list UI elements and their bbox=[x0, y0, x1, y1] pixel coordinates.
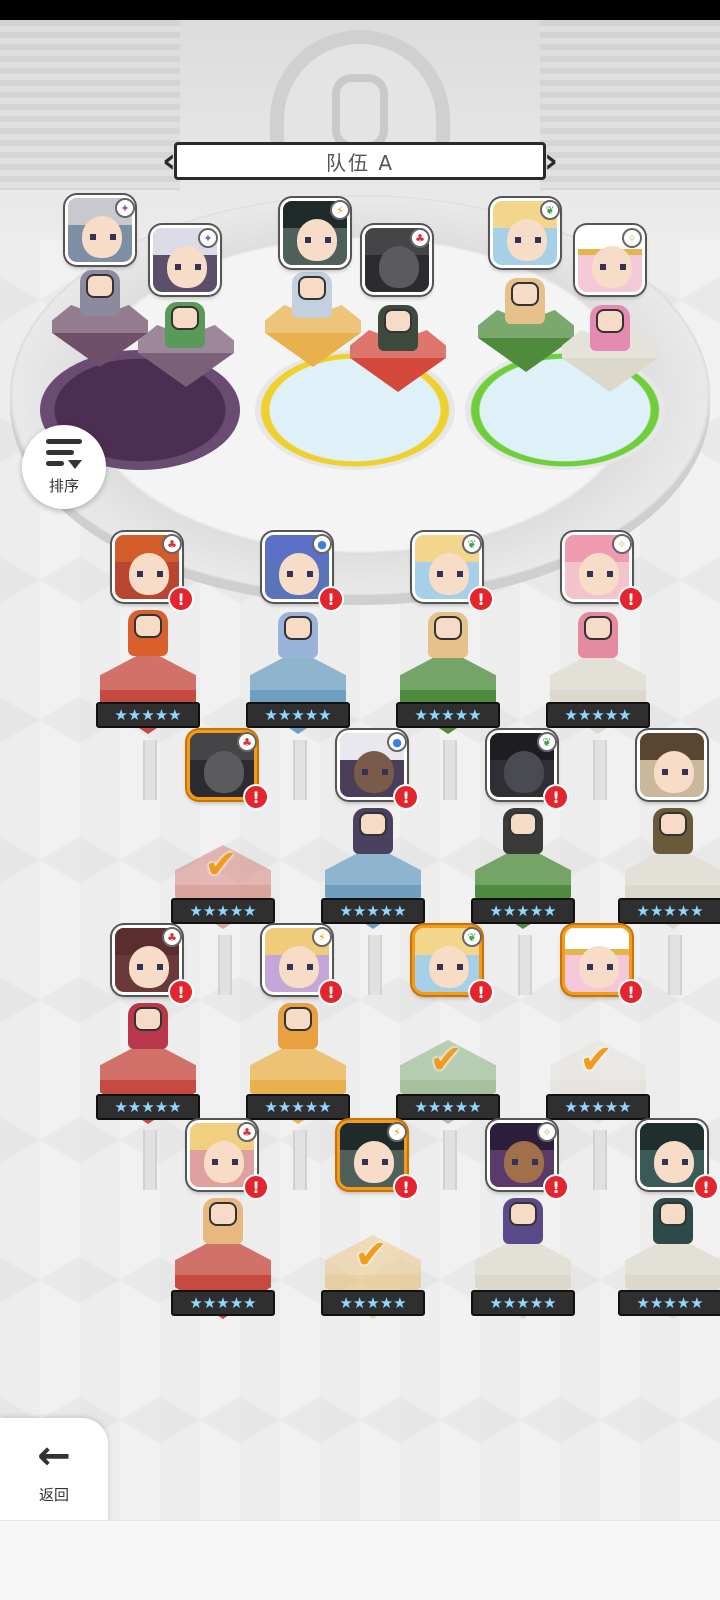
alert-badge-icon: ! bbox=[618, 586, 644, 612]
alert-badge-icon: ! bbox=[393, 784, 419, 810]
element-nature-icon: ❦ bbox=[540, 200, 560, 220]
star-rating: ★★★★★ bbox=[321, 898, 425, 924]
element-light-icon: ⚡ bbox=[312, 927, 332, 947]
hero-sprite bbox=[278, 1003, 318, 1049]
back-button[interactable]: ← 返回 bbox=[0, 1418, 108, 1520]
element-holy-icon: ✧ bbox=[622, 228, 642, 248]
star-rating: ★★★★★ bbox=[396, 702, 500, 728]
hero-sprite bbox=[203, 1198, 243, 1244]
hero-sprite bbox=[80, 270, 120, 316]
element-water-icon: ● bbox=[387, 732, 407, 752]
star-rating: ★★★★★ bbox=[246, 1094, 350, 1120]
sort-icon bbox=[46, 438, 82, 469]
hero-sprite bbox=[503, 1198, 543, 1244]
alert-badge-icon: ! bbox=[543, 1174, 569, 1200]
star-rating: ★★★★★ bbox=[171, 898, 275, 924]
arena-wall-right bbox=[540, 20, 720, 190]
element-light-icon: ⚡ bbox=[387, 1122, 407, 1142]
hero-sprite bbox=[165, 302, 205, 348]
star-rating: ★★★★★ bbox=[471, 898, 575, 924]
element-fire-icon: ♣ bbox=[410, 228, 430, 248]
element-fire-icon: ♣ bbox=[237, 1122, 257, 1142]
back-label: 返回 bbox=[38, 1485, 69, 1504]
star-rating: ★★★★★ bbox=[471, 1290, 575, 1316]
system-nav-bar bbox=[0, 1520, 720, 1600]
hero-sprite bbox=[653, 808, 693, 854]
element-fire-icon: ♣ bbox=[237, 732, 257, 752]
star-rating: ★★★★★ bbox=[618, 1290, 720, 1316]
element-fire-icon: ♣ bbox=[162, 534, 182, 554]
star-rating: ★★★★★ bbox=[546, 702, 650, 728]
alert-badge-icon: ! bbox=[543, 784, 569, 810]
alert-badge-icon: ! bbox=[618, 979, 644, 1005]
element-holy-icon: ✧ bbox=[537, 1122, 557, 1142]
hero-sprite bbox=[503, 808, 543, 854]
alert-badge-icon: ! bbox=[393, 1174, 419, 1200]
hero-sprite bbox=[378, 305, 418, 351]
star-rating: ★★★★★ bbox=[396, 1094, 500, 1120]
alert-badge-icon: ! bbox=[168, 979, 194, 1005]
team-title: 队伍 A bbox=[174, 142, 546, 180]
team-selector: ‹ 队伍 A › bbox=[160, 138, 560, 184]
sort-label: 排序 bbox=[48, 476, 79, 495]
hero-sprite bbox=[353, 808, 393, 854]
element-holy-icon: ✧ bbox=[612, 534, 632, 554]
hero-sprite bbox=[578, 612, 618, 658]
element-dark-icon: ✦ bbox=[198, 228, 218, 248]
element-nature-icon: ❦ bbox=[462, 534, 482, 554]
star-rating: ★★★★★ bbox=[246, 702, 350, 728]
hero-sprite bbox=[505, 278, 545, 324]
sort-button[interactable]: 排序 bbox=[22, 425, 106, 509]
game-stage: ‹ 队伍 A › ✦ ✦ ⚡ ♣ ❦ ✧ 排序 ★★★★★ ♣ ! ★★★★★ … bbox=[0, 20, 720, 1520]
alert-badge-icon: ! bbox=[318, 979, 344, 1005]
checkmark-icon: ✔ bbox=[354, 1232, 388, 1278]
checkmark-icon: ✔ bbox=[204, 842, 238, 888]
checkmark-icon: ✔ bbox=[579, 1037, 613, 1083]
hero-sprite bbox=[590, 305, 630, 351]
hero-sprite bbox=[128, 610, 168, 656]
star-rating: ★★★★★ bbox=[96, 1094, 200, 1120]
element-dark-icon: ✦ bbox=[115, 198, 135, 218]
hero-sprite bbox=[128, 1003, 168, 1049]
alert-badge-icon: ! bbox=[468, 979, 494, 1005]
hero-sprite bbox=[428, 612, 468, 658]
alert-badge-icon: ! bbox=[693, 1174, 719, 1200]
hero-sprite bbox=[278, 612, 318, 658]
star-rating: ★★★★★ bbox=[321, 1290, 425, 1316]
alert-badge-icon: ! bbox=[243, 1174, 269, 1200]
element-light-icon: ⚡ bbox=[330, 200, 350, 220]
element-nature-icon: ❦ bbox=[537, 732, 557, 752]
hero-portrait[interactable] bbox=[637, 730, 707, 800]
hero-sprite bbox=[292, 272, 332, 318]
hero-sprite bbox=[653, 1198, 693, 1244]
arrow-left-icon: ← bbox=[37, 1432, 71, 1479]
star-rating: ★★★★★ bbox=[171, 1290, 275, 1316]
checkmark-icon: ✔ bbox=[429, 1037, 463, 1083]
alert-badge-icon: ! bbox=[168, 586, 194, 612]
star-rating: ★★★★★ bbox=[618, 898, 720, 924]
alert-badge-icon: ! bbox=[468, 586, 494, 612]
alert-badge-icon: ! bbox=[318, 586, 344, 612]
star-rating: ★★★★★ bbox=[96, 702, 200, 728]
element-nature-icon: ❦ bbox=[462, 927, 482, 947]
star-rating: ★★★★★ bbox=[546, 1094, 650, 1120]
chevron-left-icon[interactable]: ‹ bbox=[160, 138, 178, 184]
element-water-icon: ● bbox=[312, 534, 332, 554]
arena-wall-left bbox=[0, 20, 180, 190]
alert-badge-icon: ! bbox=[243, 784, 269, 810]
element-fire-icon: ♣ bbox=[162, 927, 182, 947]
chevron-right-icon[interactable]: › bbox=[542, 138, 560, 184]
